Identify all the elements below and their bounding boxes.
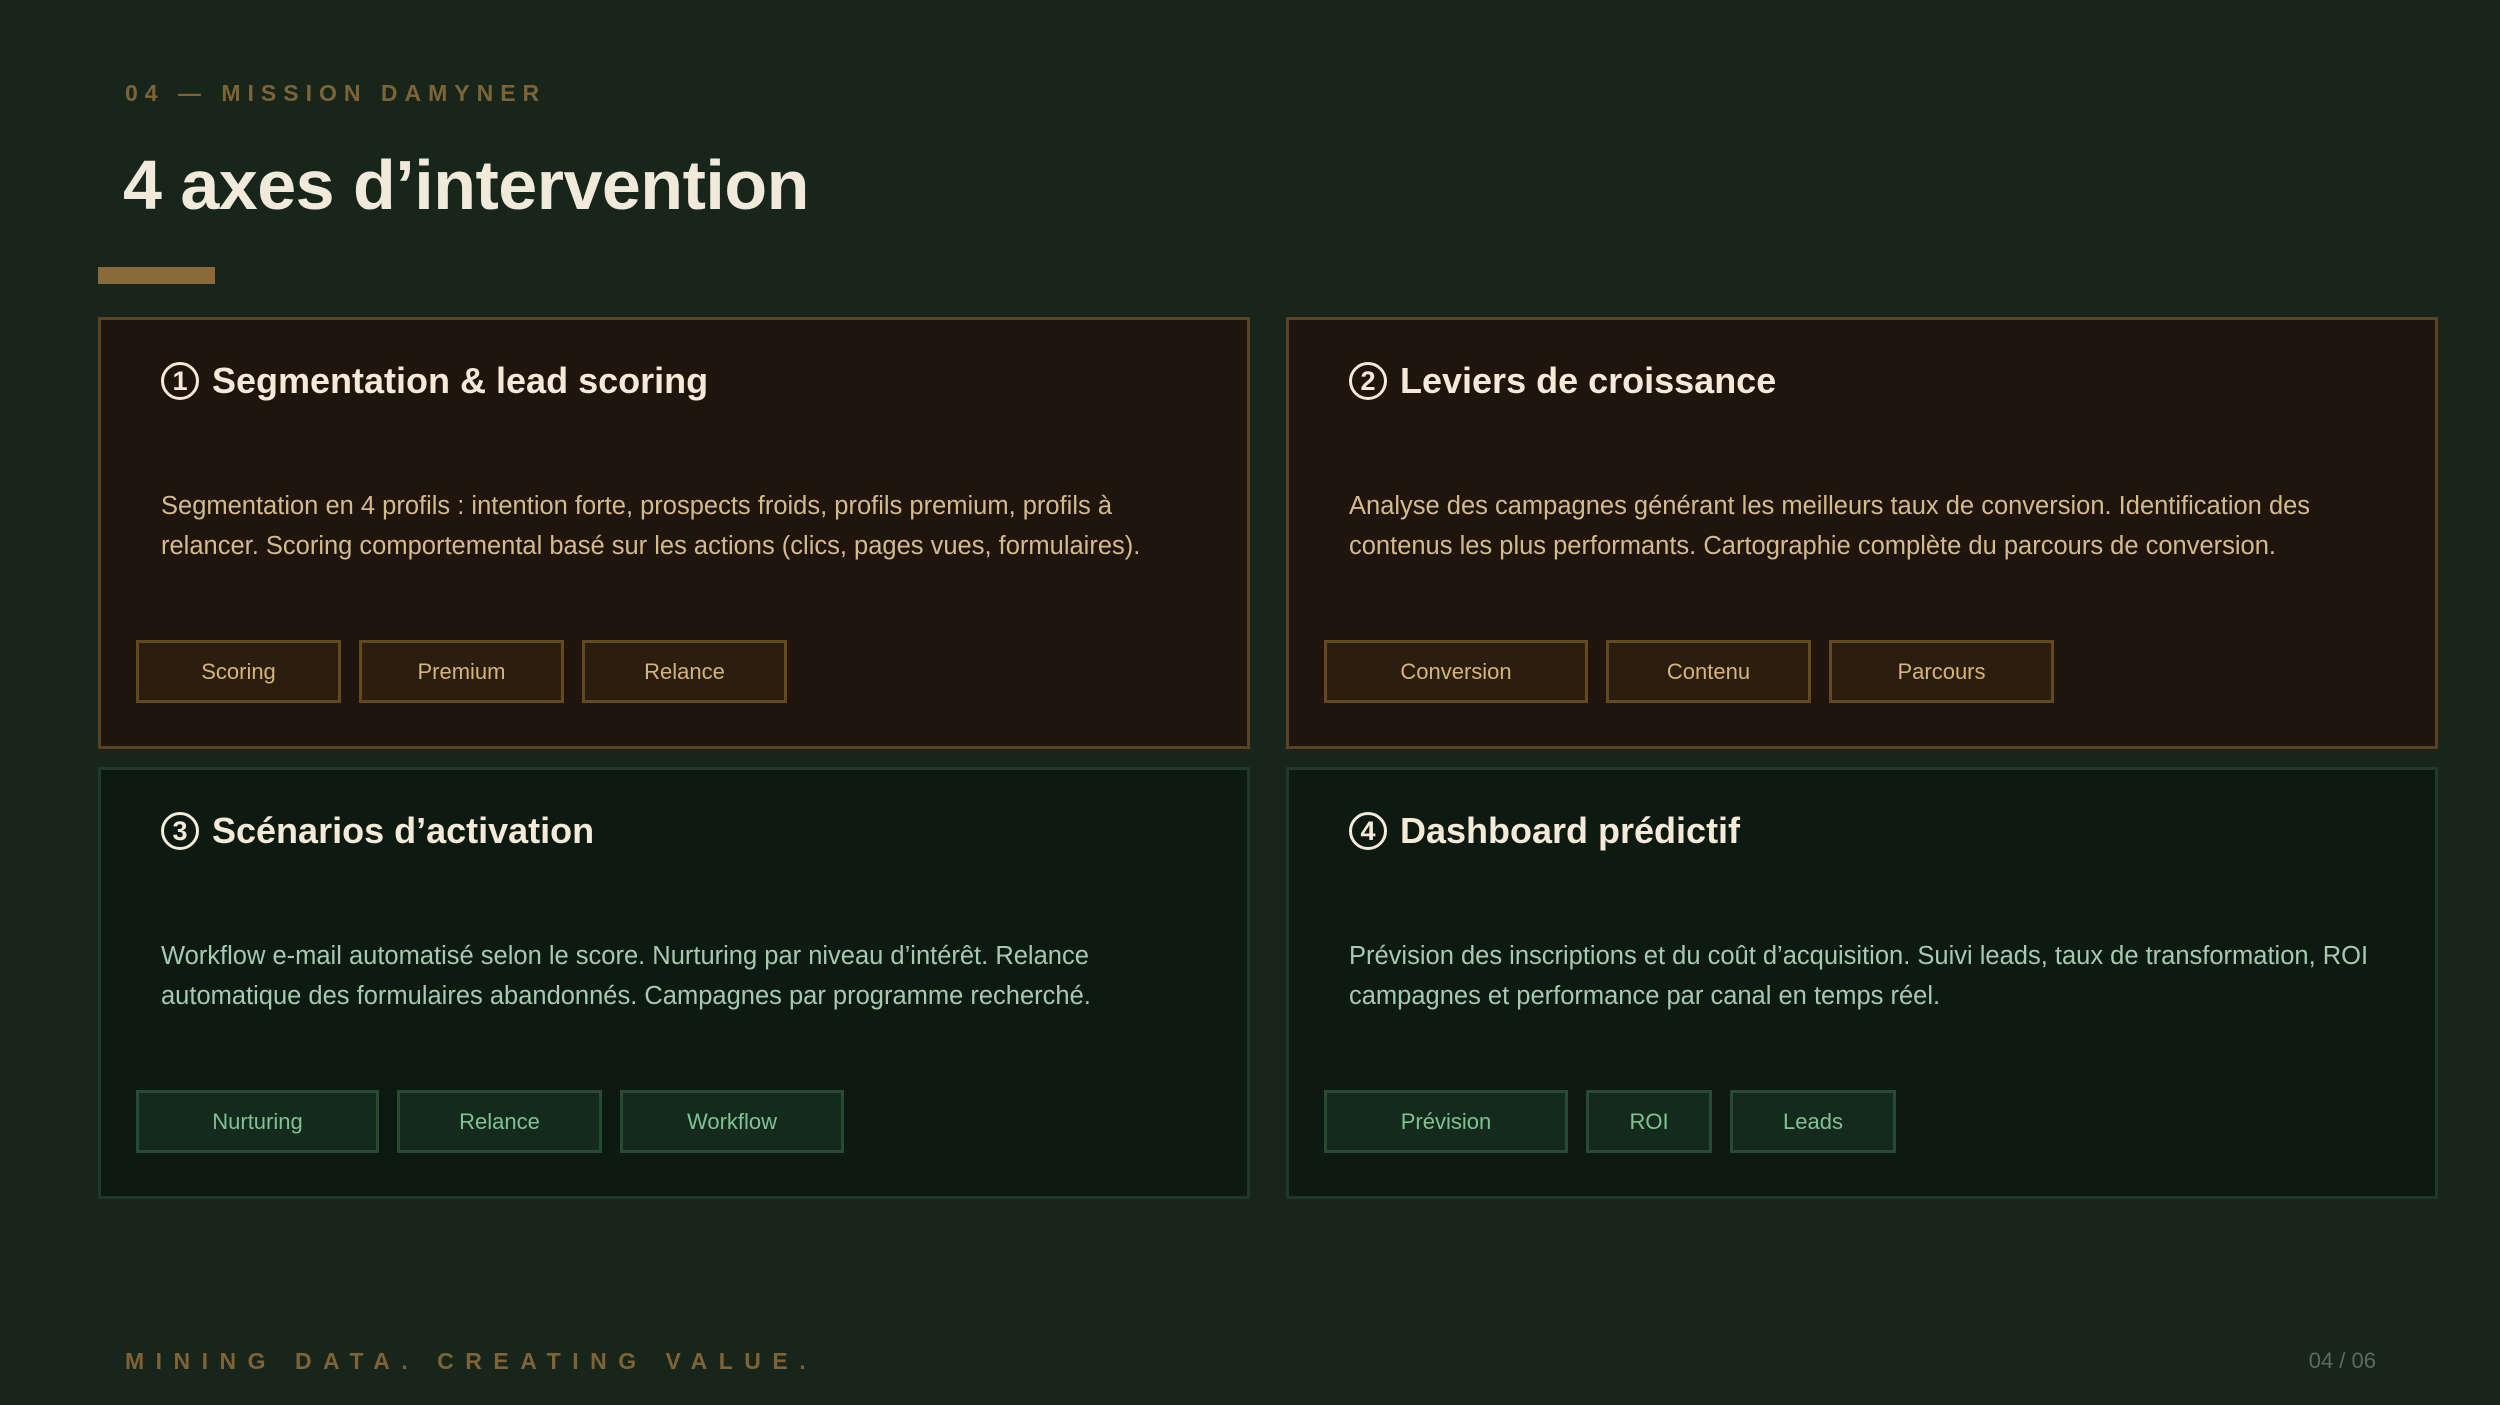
tag-prevision: Prévision — [1324, 1090, 1568, 1153]
tag-list: Conversion Contenu Parcours — [1324, 640, 2054, 703]
tag-parcours: Parcours — [1829, 640, 2054, 703]
section-eyebrow: 04 — MISSION DAMYNER — [125, 80, 547, 106]
tag-roi: ROI — [1586, 1090, 1712, 1153]
card-dashboard: 4 Dashboard prédictif Prévision des insc… — [1286, 767, 2438, 1199]
card-title-text: Dashboard prédictif — [1400, 810, 1741, 851]
number-1-icon: 1 — [161, 362, 199, 400]
footer-tagline: MINING DATA. CREATING VALUE. — [125, 1348, 818, 1374]
number-2-icon: 2 — [1349, 362, 1387, 400]
card-segmentation: 1 Segmentation & lead scoring Segmentati… — [98, 317, 1250, 749]
number-3-icon: 3 — [161, 812, 199, 850]
title-accent-bar — [98, 267, 215, 284]
tag-relance: Relance — [582, 640, 787, 703]
tag-contenu: Contenu — [1606, 640, 1811, 703]
tag-list: Nurturing Relance Workflow — [136, 1090, 844, 1153]
tag-premium: Premium — [359, 640, 564, 703]
card-title-text: Segmentation & lead scoring — [212, 360, 709, 401]
card-description: Segmentation en 4 profils : intention fo… — [161, 492, 1141, 560]
card-description: Prévision des inscriptions et du coût d’… — [1349, 942, 2369, 1010]
card-scenarios: 3 Scénarios d’activation Workflow e-mail… — [98, 767, 1250, 1199]
tag-leads: Leads — [1730, 1090, 1896, 1153]
slide: 04 — MISSION DAMYNER 4 axes d’interventi… — [0, 0, 2500, 1405]
tag-scoring: Scoring — [136, 640, 341, 703]
card-title-text: Leviers de croissance — [1400, 360, 1777, 401]
card-title-text: Scénarios d’activation — [212, 810, 595, 851]
number-4-icon: 4 — [1349, 812, 1387, 850]
page-number: 04 / 06 — [2308, 1348, 2376, 1373]
tag-list: Prévision ROI Leads — [1324, 1090, 1896, 1153]
tag-relance: Relance — [397, 1090, 602, 1153]
card-title: 2 Leviers de croissance — [1349, 360, 1776, 402]
card-leviers: 2 Leviers de croissance Analyse des camp… — [1286, 317, 2438, 749]
card-title: 1 Segmentation & lead scoring — [161, 360, 708, 402]
tag-nurturing: Nurturing — [136, 1090, 379, 1153]
card-title: 3 Scénarios d’activation — [161, 810, 594, 852]
tag-list: Scoring Premium Relance — [136, 640, 787, 703]
card-description: Analyse des campagnes générant les meill… — [1349, 492, 2311, 560]
card-description: Workflow e-mail automatisé selon le scor… — [161, 942, 1091, 1010]
tag-conversion: Conversion — [1324, 640, 1588, 703]
page-title: 4 axes d’intervention — [123, 146, 809, 224]
tag-workflow: Workflow — [620, 1090, 844, 1153]
card-title: 4 Dashboard prédictif — [1349, 810, 1740, 852]
